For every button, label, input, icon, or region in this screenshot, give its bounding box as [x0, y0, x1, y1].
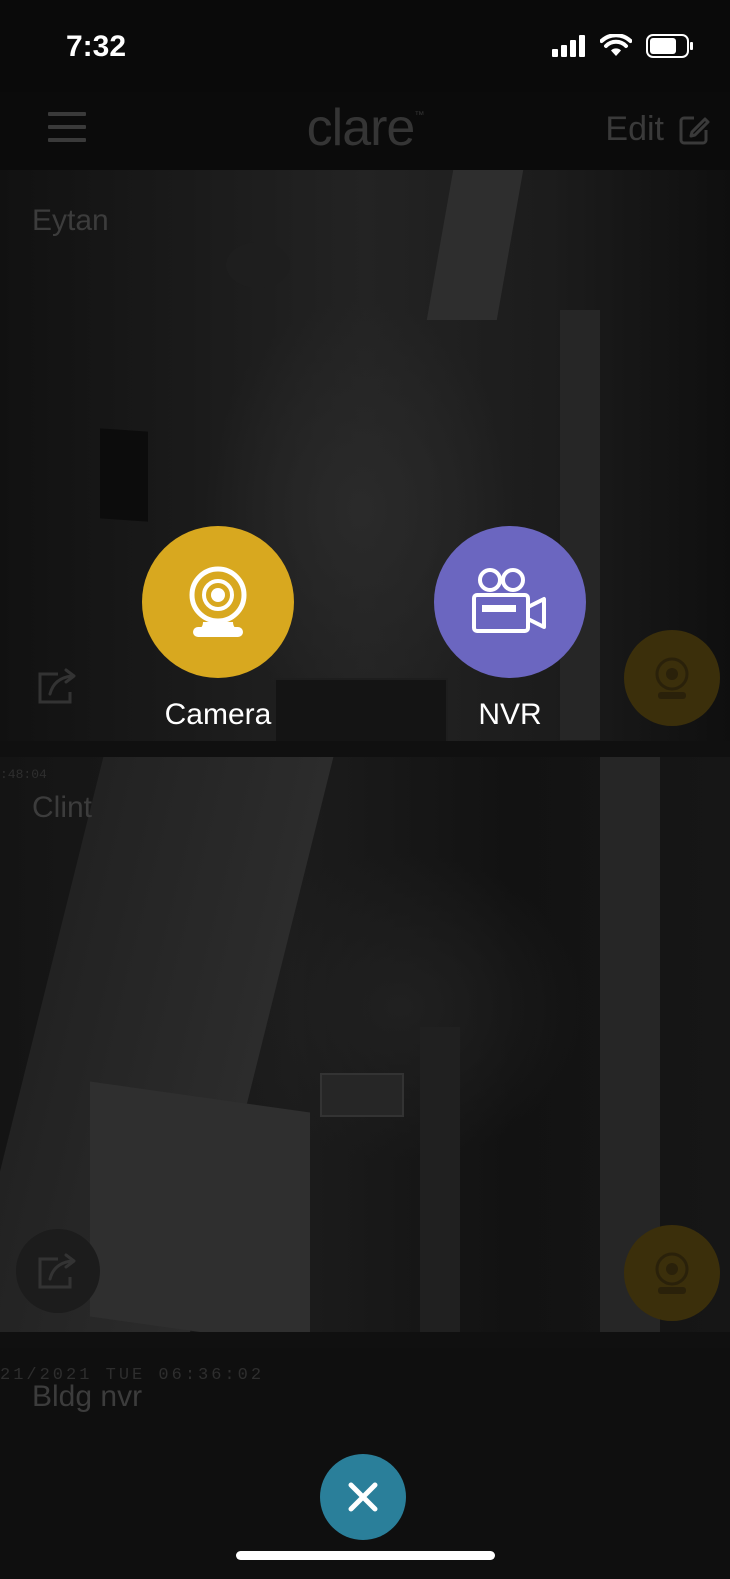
webcam-icon [655, 1252, 689, 1294]
home-indicator [236, 1551, 495, 1560]
share-button[interactable] [16, 1229, 100, 1313]
camera-tile-clint[interactable]: :48:04 Clint [0, 757, 730, 1332]
close-icon [348, 1482, 378, 1512]
logo-trademark: ™ [414, 110, 424, 121]
webcam-icon [189, 566, 247, 637]
add-nvr-option[interactable]: NVR [434, 526, 586, 732]
camera-feed [0, 170, 730, 741]
webcam-icon [655, 657, 689, 699]
add-camera-button[interactable] [142, 526, 294, 678]
camera-feed [0, 757, 730, 1332]
add-camera-option[interactable]: Camera [142, 526, 294, 732]
signal-icon [552, 35, 585, 57]
wifi-icon [600, 34, 632, 56]
share-button[interactable] [16, 644, 100, 728]
feed-timestamp: :48:04 [0, 767, 47, 782]
logo-text: clare [306, 99, 416, 157]
edit-label: Edit [605, 110, 664, 148]
camera-type-badge [624, 1225, 720, 1321]
tile-title: Bldg nvr [32, 1380, 143, 1413]
tile-divider [0, 741, 730, 757]
tile-divider [0, 1332, 730, 1348]
tile-title: Clint [32, 791, 93, 824]
battery-icon [646, 34, 693, 58]
add-camera-label: Camera [164, 698, 272, 731]
camera-tile-eytan[interactable]: Eytan [0, 170, 730, 741]
share-icon [38, 1253, 76, 1289]
add-nvr-label: NVR [478, 698, 542, 731]
share-icon [38, 668, 76, 704]
close-button[interactable] [320, 1454, 406, 1540]
status-bar: 7:32 [0, 0, 730, 92]
app-header: clare™ Edit [0, 92, 730, 170]
status-icons [552, 34, 694, 58]
tile-title: Eytan [32, 204, 109, 237]
video-camera-icon [472, 568, 546, 633]
add-nvr-button[interactable] [434, 526, 586, 678]
edit-button[interactable]: Edit [605, 110, 710, 149]
edit-icon [679, 116, 710, 144]
status-time: 7:32 [66, 30, 127, 63]
camera-type-badge [624, 630, 720, 726]
